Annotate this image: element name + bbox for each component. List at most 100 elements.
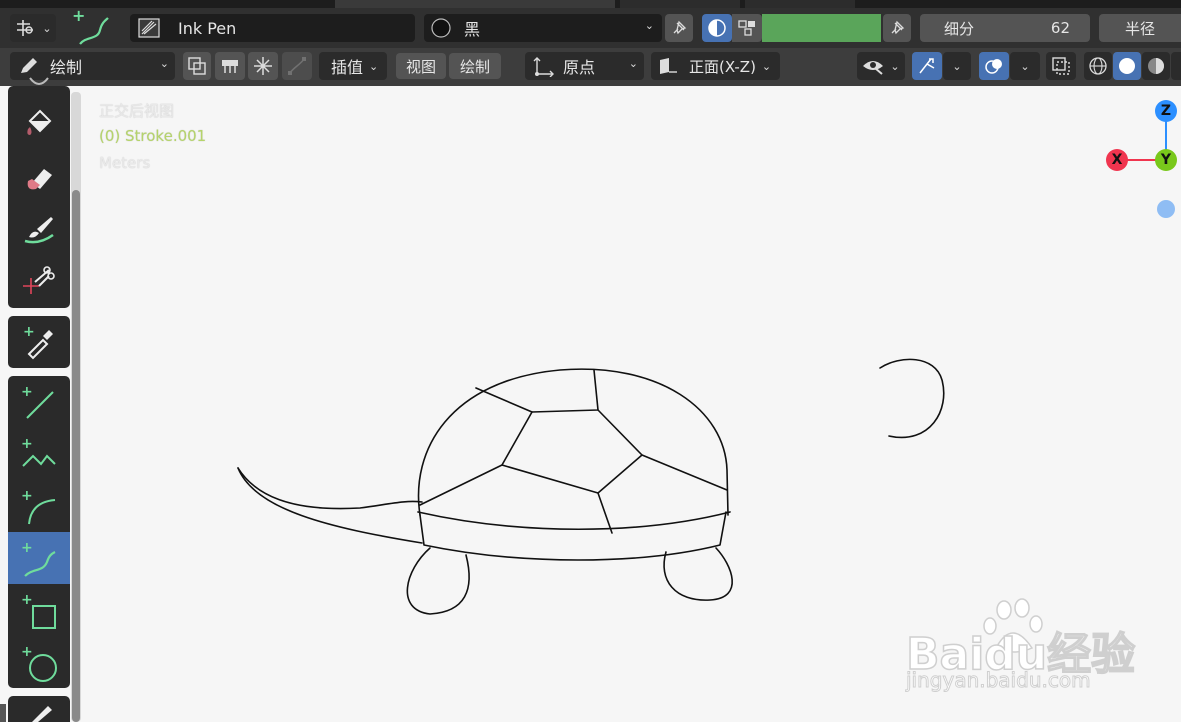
- chevron-down-icon: ⌄: [159, 57, 169, 70]
- top-tab-1[interactable]: [335, 0, 615, 8]
- tool-circle[interactable]: +: [8, 636, 70, 688]
- tool-line[interactable]: +: [8, 376, 70, 428]
- brush-name: Ink Pen: [178, 18, 237, 38]
- curve-icon: +: [21, 540, 56, 577]
- material-selector[interactable]: 黑 ⌄: [424, 14, 662, 42]
- circle-icon: +: [21, 644, 57, 682]
- turtle-shell-outline: [417, 368, 729, 516]
- xray-button[interactable]: [1046, 52, 1076, 80]
- tool-curve[interactable]: +: [8, 532, 70, 584]
- pin-icon: [673, 20, 687, 35]
- subdivide-label: 细分: [944, 19, 975, 38]
- turtle-tail-underside: [237, 467, 423, 544]
- tool-erase[interactable]: [8, 152, 70, 204]
- color-mode-vertex-button[interactable]: [732, 14, 762, 42]
- color-mode-material-button[interactable]: [702, 14, 732, 42]
- pin-icon: [891, 20, 905, 35]
- brush-stroke-icon: [29, 77, 49, 85]
- toolbar-scrollbar[interactable]: [72, 190, 80, 722]
- tool-edit-pencil[interactable]: [8, 696, 70, 722]
- tool-polyline[interactable]: +: [8, 428, 70, 480]
- pin-color-button[interactable]: [883, 14, 911, 42]
- fill-bucket-icon: [27, 109, 52, 135]
- svg-text:+: +: [23, 324, 35, 340]
- color-swatch[interactable]: [762, 14, 881, 42]
- tool-draw[interactable]: [8, 72, 70, 96]
- origin-label: 原点: [563, 58, 596, 77]
- top-tab-3[interactable]: [745, 0, 855, 8]
- tool-arc[interactable]: +: [8, 480, 70, 532]
- pin-button[interactable]: [665, 14, 693, 42]
- gizmo-menu[interactable]: ⌄: [943, 52, 971, 80]
- interpolate-label: 插值: [331, 58, 364, 77]
- tool-group-eyedropper: +: [8, 316, 70, 368]
- tool-eyedropper[interactable]: +: [8, 316, 70, 368]
- shading-material-button[interactable]: [1142, 52, 1170, 80]
- turtle-back-leg: [663, 547, 733, 601]
- view-menu-label: 视图: [405, 57, 436, 76]
- gizmo-icon: [919, 58, 935, 74]
- overlay-menu[interactable]: ⌄: [1010, 52, 1040, 80]
- multiframe-button[interactable]: [183, 52, 211, 80]
- subdivide-field[interactable]: 细分 62: [920, 14, 1090, 42]
- scissors-icon: [23, 266, 55, 294]
- tool-cutter[interactable]: [8, 256, 70, 308]
- solid-sphere-icon: [1119, 58, 1135, 74]
- brush-icon: [138, 18, 160, 38]
- watermark-url: jingyan.baidu.com: [906, 668, 1092, 693]
- shading-rendered-button[interactable]: [1171, 52, 1181, 80]
- eye-icon: [863, 61, 884, 75]
- svg-text:+: +: [21, 540, 33, 556]
- tool-box[interactable]: +: [8, 584, 70, 636]
- curve-edit-icon: [288, 57, 306, 75]
- left-region-edge: [0, 704, 6, 722]
- tool-fill[interactable]: [8, 98, 70, 150]
- chevron-down-icon: ⌄: [761, 59, 772, 73]
- brush-selector[interactable]: Ink Pen: [130, 14, 415, 42]
- material-sphere-icon: [1148, 58, 1164, 74]
- drawing-plane-selector[interactable]: 正面(X-Z) ⌄: [651, 52, 780, 80]
- guides-button[interactable]: [215, 52, 245, 80]
- box-icon: +: [21, 592, 56, 629]
- svg-text:+: +: [21, 436, 33, 452]
- stroke-placement-selector[interactable]: 原点 ⌄: [525, 52, 644, 80]
- svg-text:+: +: [21, 488, 33, 504]
- overlap-square-icon: [188, 57, 206, 75]
- overlay-toggle-button[interactable]: [979, 52, 1009, 80]
- top-tab-2[interactable]: [620, 0, 740, 8]
- wireframe-sphere-icon: [1089, 57, 1107, 75]
- svg-text:+: +: [72, 8, 85, 25]
- vertex-color-icon: [738, 20, 755, 36]
- chevron-down-icon: ⌄: [952, 59, 962, 73]
- interpolate-menu[interactable]: 插值 ⌄: [319, 52, 387, 80]
- turtle-shell-pattern-1: [475, 369, 599, 413]
- arc-icon: +: [21, 488, 56, 525]
- shading-solid-button[interactable]: [1113, 52, 1141, 80]
- turtle-head-stroke: [879, 358, 945, 439]
- tool-tint[interactable]: [8, 204, 70, 256]
- origin-icon: [533, 57, 554, 77]
- overlay-icon: [985, 59, 1002, 74]
- chevron-down-icon: ⌄: [1020, 59, 1030, 73]
- svg-text:+: +: [21, 644, 33, 660]
- editor-type-button[interactable]: ⌄: [10, 14, 56, 42]
- material-color-icon: [708, 19, 726, 37]
- snap-button[interactable]: [248, 52, 278, 80]
- chevron-down-icon: ⌄: [369, 59, 379, 73]
- draw-menu[interactable]: 绘制: [449, 53, 501, 79]
- gizmo-toggle-button[interactable]: [912, 52, 942, 80]
- snowflake-icon: [254, 57, 272, 75]
- radius-field[interactable]: 半径: [1099, 14, 1181, 42]
- viewport-header: 绘制 ⌄ 插值 ⌄ 视图 绘制 原点 ⌄ 正面(X-Z) ⌄ ⌄ ⌄ ⌄: [0, 48, 1181, 86]
- view-menu[interactable]: 视图: [396, 53, 446, 79]
- ruler-icon: [222, 60, 238, 73]
- eyedropper-icon: +: [23, 324, 53, 360]
- curve-edit-button[interactable]: [282, 52, 312, 80]
- line-icon: +: [21, 384, 54, 419]
- tool-group-primitives: + + + + + +: [8, 376, 70, 688]
- xray-icon: [1052, 57, 1070, 75]
- tool-group-edit: [8, 696, 70, 722]
- active-tool-curve-icon[interactable]: +: [68, 6, 112, 48]
- shading-wireframe-button[interactable]: [1084, 52, 1112, 80]
- visibility-menu[interactable]: ⌄: [857, 52, 905, 80]
